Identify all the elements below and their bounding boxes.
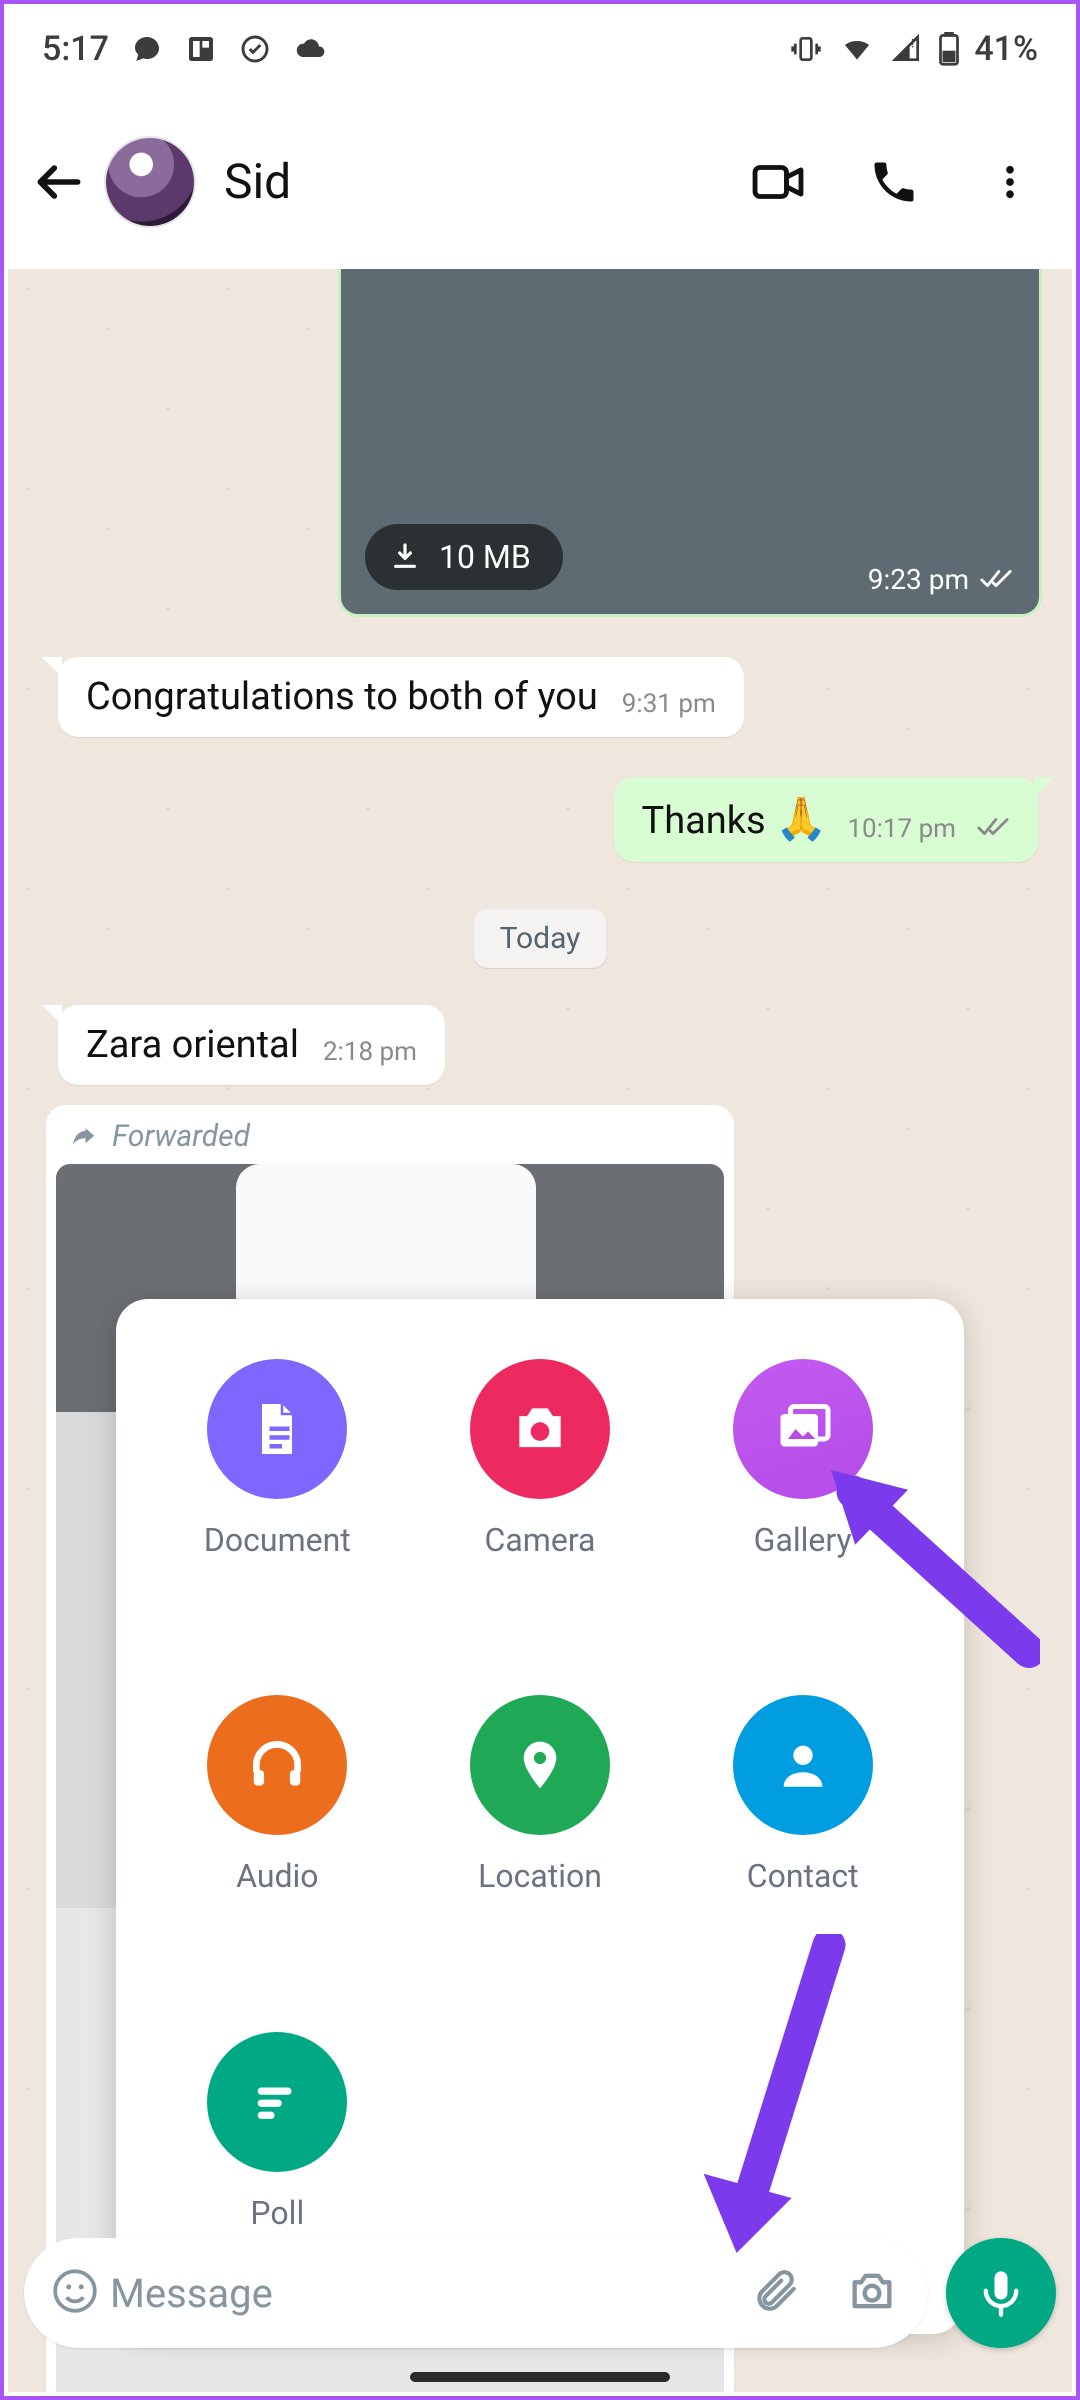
status-bar: 5:17 ! 41% <box>4 4 1076 94</box>
attach-camera-button[interactable]: Camera <box>409 1359 672 1631</box>
message-text: Thanks 🙏 <box>642 795 828 844</box>
status-left: 5:17 <box>42 29 329 69</box>
poll-icon <box>207 2032 347 2172</box>
emoji-button[interactable] <box>50 2266 100 2320</box>
message-text: Congratulations to both of you <box>86 675 598 719</box>
camera-input-button[interactable] <box>830 2265 914 2321</box>
attach-location-button[interactable]: Location <box>409 1695 672 1967</box>
attach-document-button[interactable]: Document <box>146 1359 409 1631</box>
battery-icon <box>938 32 960 66</box>
app-icon <box>185 33 217 65</box>
incoming-message[interactable]: Zara oriental 2:18 pm <box>58 1005 445 1085</box>
location-pin-icon <box>470 1695 610 1835</box>
back-button[interactable] <box>22 145 96 219</box>
status-right: ! 41% <box>788 29 1038 69</box>
message-time: 2:18 pm <box>323 1037 417 1067</box>
message-input[interactable]: Message <box>110 2270 720 2317</box>
attach-audio-button[interactable]: Audio <box>146 1695 409 1967</box>
read-ticks-icon <box>976 816 1010 844</box>
media-size-label: 10 MB <box>439 538 531 576</box>
date-divider: Today <box>474 909 607 968</box>
pray-emoji: 🙏 <box>775 795 827 844</box>
signal-icon: ! <box>890 33 924 65</box>
svg-text:!: ! <box>911 37 914 51</box>
read-ticks-icon <box>979 568 1013 592</box>
camera-icon <box>470 1359 610 1499</box>
download-media-button[interactable]: 10 MB <box>365 524 563 590</box>
more-options-button[interactable] <box>980 152 1040 212</box>
outgoing-message[interactable]: Thanks 🙏 10:17 pm <box>614 777 1038 862</box>
annotation-arrow-gallery <box>820 1459 1040 1679</box>
message-text: Zara oriental <box>86 1023 299 1067</box>
voice-message-button[interactable] <box>946 2238 1056 2348</box>
message-time: 10:17 pm <box>847 814 956 844</box>
forwarded-label: Forwarded <box>46 1105 734 1164</box>
gesture-bar <box>410 2372 670 2382</box>
chat-notification-icon <box>131 33 163 65</box>
forward-icon <box>68 1122 98 1152</box>
contact-name[interactable]: Sid <box>224 153 740 210</box>
cloud-icon <box>293 33 329 65</box>
status-time: 5:17 <box>42 29 109 69</box>
video-call-button[interactable] <box>748 152 808 212</box>
incoming-message[interactable]: Congratulations to both of you 9:31 pm <box>58 657 744 737</box>
message-time: 9:31 pm <box>622 689 716 719</box>
chat-area[interactable]: 10 MB 9:23 pm Congratulations to both of… <box>8 269 1072 2392</box>
chat-app-bar: Sid <box>4 94 1076 269</box>
attach-contact-button[interactable]: Contact <box>671 1695 934 1967</box>
person-icon <box>733 1695 873 1835</box>
headphones-icon <box>207 1695 347 1835</box>
vibrate-icon <box>788 33 824 65</box>
contact-avatar[interactable] <box>104 136 196 228</box>
attach-button[interactable] <box>730 2266 820 2320</box>
incoming-media-message[interactable]: 10 MB 9:23 pm <box>338 269 1042 617</box>
message-input-bar: Message <box>24 2238 1056 2348</box>
media-timestamp: 9:23 pm <box>868 563 1013 596</box>
document-icon <box>207 1359 347 1499</box>
annotation-arrow-attach <box>684 1934 864 2264</box>
battery-percent: 41% <box>974 29 1038 69</box>
voice-call-button[interactable] <box>864 152 924 212</box>
wifi-icon <box>838 33 876 65</box>
sync-icon <box>239 33 271 65</box>
